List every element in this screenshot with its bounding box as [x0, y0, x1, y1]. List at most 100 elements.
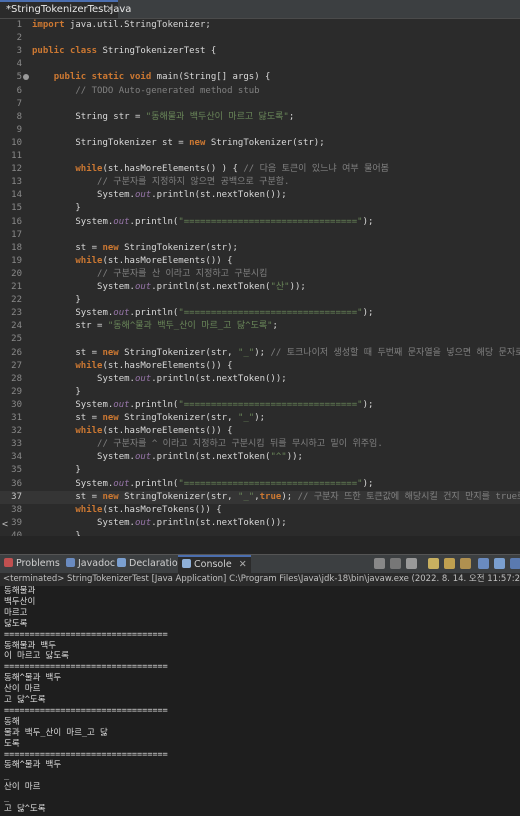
code-text: st = new StringTokenizer(str, "_"); — [32, 413, 266, 423]
line-number: 12 — [11, 164, 22, 175]
code-line: 12 while(st.hasMoreElements() ) { // 다음 … — [0, 163, 520, 176]
line-number: 25 — [11, 334, 22, 345]
code-line: 27 while(st.hasMoreElements()) { — [0, 360, 520, 373]
code-editor[interactable]: 1 import java.util.StringTokenizer; 2 3 publ… — [0, 19, 520, 537]
panel-tab-bar: Problems Javadoc Declaration Console ✕ — [0, 554, 520, 574]
code-text: String str = "동해물과 백두산이 마르고 닳도록"; — [32, 111, 295, 122]
code-line: 32 while(st.hasMoreElements()) { — [0, 425, 520, 438]
console-line: 고 닳^도록 — [4, 804, 46, 814]
display-console-icon[interactable] — [494, 558, 505, 569]
line-number: 14 — [11, 190, 22, 201]
code-line: 17 — [0, 229, 520, 242]
terminate-icon[interactable] — [374, 558, 385, 569]
clear-console-icon[interactable] — [428, 558, 439, 569]
line-number: 23 — [11, 308, 22, 319]
line-number: 32 — [11, 426, 22, 437]
code-line: 15 } — [0, 202, 520, 215]
code-line: 37 st = new StringTokenizer(str, "_",tru… — [0, 490, 520, 504]
tab-javadoc-label: Javadoc — [78, 558, 116, 569]
terminated-status: <terminated> StringTokenizerTest [Java A… — [0, 573, 520, 585]
line-number: 38 — [11, 504, 22, 515]
code-text: System.out.println("====================… — [32, 478, 374, 489]
tab-javadoc[interactable]: Javadoc — [66, 555, 115, 573]
code-line: 4 — [0, 58, 520, 71]
code-text: import java.util.StringTokenizer; — [32, 20, 211, 30]
code-text: System.out.println(st.nextToken("산")); — [32, 282, 306, 292]
code-line: 34 System.out.println(st.nextToken("^"))… — [0, 451, 520, 464]
code-text: System.out.println(st.nextToken()); — [32, 373, 287, 384]
code-line: 23 System.out.println("=================… — [0, 307, 520, 320]
console-icon — [182, 559, 191, 568]
line-number: 15 — [11, 203, 22, 214]
code-line: 35 } — [0, 464, 520, 477]
code-text: while(st.hasMoreElements()) { — [75, 360, 233, 371]
code-text: StringTokenizer st = new StringTokenizer… — [32, 137, 325, 148]
line-number: 33 — [11, 439, 22, 450]
line-number: 21 — [11, 282, 22, 292]
remove-launch-icon[interactable] — [390, 558, 401, 569]
code-line: 25 — [0, 333, 520, 346]
console-close-icon[interactable]: ✕ — [239, 559, 247, 570]
line-number: 9 — [16, 124, 22, 135]
line-number: 20 — [11, 268, 22, 279]
code-line: 30 System.out.println("=================… — [0, 399, 520, 412]
code-text: // 구분자를 지정하지 않으면 공백으로 구분함. — [97, 177, 290, 188]
console-line: 마르고 — [4, 607, 28, 618]
code-line: 3 public class StringTokenizerTest { — [0, 45, 520, 58]
tab-console-label: Console — [194, 559, 232, 570]
code-text: while(st.hasMoreElements() ) { // 다음 토큰이… — [75, 164, 389, 175]
code-line: 31 st = new StringTokenizer(str, "_"); — [0, 412, 520, 425]
scroll-lock-icon[interactable] — [444, 558, 455, 569]
line-number: 11 — [11, 151, 22, 161]
scroll-left-arrow[interactable]: < — [2, 519, 516, 531]
code-text: } — [32, 295, 81, 306]
console-line: 동해물과 백두 — [4, 640, 57, 651]
sash-divider[interactable] — [0, 536, 520, 554]
code-text: while(st.hasMoreElements()) { — [75, 426, 233, 437]
console-line: 닳도록 — [4, 618, 28, 629]
tab-problems[interactable]: Problems — [4, 555, 60, 573]
pin-console-icon[interactable] — [478, 558, 489, 569]
line-number: 30 — [11, 399, 22, 410]
console-line: ================================ — [4, 629, 168, 640]
tab-declaration[interactable]: Declaration — [117, 555, 184, 573]
code-text: st = new StringTokenizer(str); — [32, 242, 238, 253]
code-text: System.out.println("====================… — [32, 216, 374, 227]
console-line: 산이 마르 — [4, 782, 41, 793]
override-marker-icon[interactable] — [23, 74, 29, 81]
line-number: 24 — [11, 321, 22, 332]
console-line: 고 닳^도록 — [4, 695, 46, 705]
code-text: str = "동해^물과 백두_산이 마르_고 닳^도록"; — [32, 321, 278, 332]
line-number: 18 — [11, 242, 22, 253]
code-line: 14 System.out.println(st.nextToken()); — [0, 189, 520, 202]
line-number: 1 — [16, 20, 22, 30]
line-number: 10 — [11, 137, 22, 148]
line-number: 3 — [16, 46, 22, 57]
editor-tab[interactable]: *StringTokenizerTest.java ✕ — [0, 0, 131, 18]
line-number: 22 — [11, 295, 22, 306]
line-number: 16 — [11, 216, 22, 227]
line-number: 8 — [16, 111, 22, 122]
code-text: System.out.println("====================… — [32, 399, 374, 410]
line-number: 36 — [11, 478, 22, 489]
close-icon[interactable]: ✕ — [106, 2, 114, 17]
code-text: // TODO Auto-generated method stub — [75, 85, 260, 96]
open-console-icon[interactable] — [510, 558, 520, 569]
code-text: } — [32, 386, 81, 397]
code-line: 29 } — [0, 386, 520, 399]
code-text: while(st.hasMoreTokens()) { — [75, 504, 222, 515]
line-number: 31 — [11, 413, 22, 423]
code-line: 28 System.out.println(st.nextToken()); — [0, 373, 520, 386]
console-output[interactable]: 동해물과 백두산이 마르고 닳도록 ==========================… — [0, 586, 520, 816]
tab-console[interactable]: Console ✕ — [178, 555, 251, 573]
line-number: 34 — [11, 452, 22, 463]
code-line: 8 String str = "동해물과 백두산이 마르고 닳도록"; — [0, 111, 520, 124]
code-line: 2 — [0, 32, 520, 45]
code-line: 20 // 구분자를 산 이라고 지정하고 구분시킴 — [0, 268, 520, 281]
code-text: } — [32, 465, 81, 476]
code-text: System.out.println(st.nextToken()); — [32, 190, 287, 201]
remove-all-icon[interactable] — [406, 558, 417, 569]
tab-problems-label: Problems — [16, 558, 60, 569]
console-line: 동해 — [4, 716, 20, 727]
word-wrap-icon[interactable] — [460, 558, 471, 569]
